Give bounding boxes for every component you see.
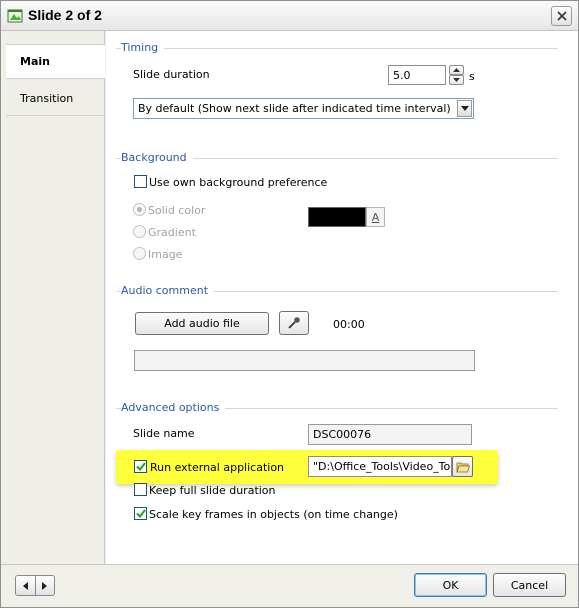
text-color-icon: A	[371, 210, 380, 224]
group-title-background: Background	[121, 151, 193, 164]
checkmark-icon	[135, 509, 146, 518]
own-background-checkbox[interactable]	[134, 175, 147, 188]
run-external-label: Run external application	[150, 461, 285, 474]
previous-slide-button[interactable]	[16, 576, 35, 595]
cancel-label: Cancel	[510, 578, 549, 592]
main-panel: Timing Slide duration 5.0 s By default (…	[106, 31, 578, 564]
slide-properties-dialog: Slide 2 of 2 Main Transition Timing Slid…	[0, 0, 579, 608]
arrow-left-icon	[22, 581, 28, 590]
group-title-audio: Audio comment	[121, 284, 215, 297]
slide-duration-input[interactable]: 5.0	[388, 65, 446, 85]
slide-duration-label: Slide duration	[133, 68, 210, 81]
color-picker-button[interactable]: A	[366, 207, 385, 227]
own-background-label: Use own background preference	[149, 176, 328, 189]
chevron-down-icon	[453, 78, 460, 82]
chevron-down-icon	[460, 106, 469, 111]
solid-color-label: Solid color	[148, 204, 206, 217]
app-icon	[7, 9, 23, 23]
image-label: Image	[148, 248, 183, 261]
microphone-icon	[288, 317, 300, 329]
group-divider	[116, 48, 558, 49]
sidebar-item-transition[interactable]: Transition	[6, 81, 105, 116]
title-bar: Slide 2 of 2	[1, 1, 578, 31]
keep-duration-checkbox[interactable]	[134, 483, 147, 496]
next-slide-button[interactable]	[34, 576, 54, 595]
dialog-footer: OK Cancel	[1, 564, 578, 607]
group-title-advanced: Advanced options	[121, 401, 226, 414]
window-title: Slide 2 of 2	[28, 7, 102, 23]
run-external-checkbox[interactable]	[134, 460, 147, 473]
slide-duration-unit: s	[469, 70, 475, 83]
external-app-path-input[interactable]: "D:\Office_Tools\Video_Tools	[308, 456, 452, 477]
slide-navigation	[15, 575, 55, 596]
close-icon	[556, 11, 567, 21]
timing-mode-select[interactable]: By default (Show next slide after indica…	[133, 98, 474, 119]
sidebar-item-label: Main	[20, 55, 50, 68]
add-audio-file-button[interactable]: Add audio file	[135, 312, 269, 335]
audio-file-path	[134, 350, 475, 371]
chevron-up-icon	[453, 68, 460, 72]
audio-time: 00:00	[333, 318, 365, 331]
sidebar: Main Transition	[6, 31, 105, 564]
spin-down-button[interactable]	[449, 75, 464, 85]
radio-dot	[137, 207, 142, 212]
timing-mode-value: By default (Show next slide after indica…	[138, 102, 451, 115]
slide-duration-spinner	[449, 65, 464, 85]
cancel-button[interactable]: Cancel	[493, 573, 566, 597]
scale-keyframes-label: Scale key frames in objects (on time cha…	[149, 508, 398, 521]
ok-button[interactable]: OK	[414, 573, 487, 597]
slide-name-input[interactable]: DSC00076	[308, 424, 472, 445]
background-color-swatch[interactable]	[308, 207, 366, 227]
dropdown-button[interactable]	[457, 100, 472, 117]
record-audio-button[interactable]	[279, 311, 309, 335]
sidebar-item-label: Transition	[20, 91, 74, 105]
slide-name-label: Slide name	[133, 427, 195, 440]
solid-color-radio[interactable]	[133, 203, 146, 216]
group-title-timing: Timing	[121, 41, 165, 54]
close-button[interactable]	[551, 6, 572, 26]
image-radio[interactable]	[133, 247, 146, 260]
checkmark-icon	[135, 462, 146, 471]
gradient-label: Gradient	[148, 226, 196, 239]
arrow-right-icon	[42, 581, 48, 590]
browse-button[interactable]	[452, 456, 473, 477]
add-audio-label: Add audio file	[164, 317, 240, 330]
folder-open-icon	[455, 462, 470, 472]
scale-keyframes-checkbox[interactable]	[134, 507, 147, 520]
gradient-radio[interactable]	[133, 225, 146, 238]
keep-duration-label: Keep full slide duration	[149, 484, 276, 497]
ok-label: OK	[442, 578, 459, 592]
spin-up-button[interactable]	[449, 65, 464, 75]
sidebar-item-main[interactable]: Main	[6, 44, 105, 79]
